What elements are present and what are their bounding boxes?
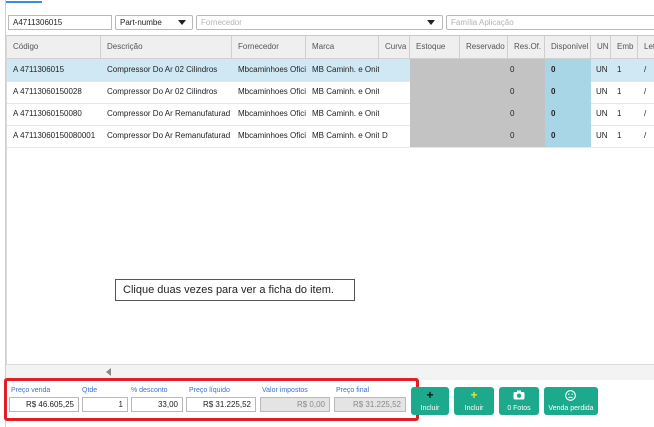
cell-curva — [379, 103, 410, 125]
cell-descricao: Compressor Do Ar Remanufaturad — [107, 131, 231, 140]
family-application-input[interactable]: Família Aplicação — [446, 15, 654, 30]
venda-perdida-button-label: Venda perdida — [548, 405, 594, 412]
chevron-down-icon — [427, 20, 435, 25]
col-emb[interactable]: Emb — [611, 36, 638, 58]
col-reservado[interactable]: Reservado — [460, 36, 508, 58]
preco-venda-label: Preço venda — [11, 387, 51, 394]
cell-codigo: A 47113060150080 — [13, 109, 82, 118]
family-application-placeholder: Família Aplicação — [451, 18, 514, 27]
plus-icon: + — [470, 388, 478, 402]
col-un[interactable]: UN — [591, 36, 611, 58]
cell-emb: 1 — [617, 87, 622, 96]
incluir-alt-button[interactable]: + Incluir — [454, 387, 494, 415]
fotos-button[interactable]: 0 Fotos — [499, 387, 539, 415]
table-row[interactable]: A 4711306015 Compressor Do Ar 02 Cilindr… — [7, 59, 654, 82]
supplier-select[interactable]: Fornecedor — [196, 15, 443, 30]
venda-perdida-button[interactable]: Venda perdida — [544, 387, 598, 415]
cell-disponivel: 0 — [545, 103, 591, 125]
cell-codigo: A 47113060150080001 — [13, 131, 96, 140]
cell-let: / — [644, 65, 647, 74]
cell-disponivel: 0 — [545, 81, 591, 103]
preco-venda-field[interactable]: R$ 46.605,25 — [9, 397, 79, 412]
cell-curva — [379, 81, 410, 103]
type-select[interactable]: Part-numbe — [115, 15, 193, 30]
cell-fornecedor: Mbcaminhoes Ofici — [238, 87, 306, 96]
cell-disponivel: 0 — [545, 125, 591, 147]
qtde-label: Qtde — [82, 387, 98, 394]
plus-icon: + — [426, 388, 434, 402]
cell-let: / — [644, 109, 647, 118]
code-search-input[interactable]: A4711306015 — [8, 15, 112, 30]
col-resof[interactable]: Res.Of. — [508, 36, 545, 58]
cell-resof: 0 — [510, 65, 515, 74]
scroll-left-icon[interactable] — [106, 368, 112, 376]
grid-header: Código Descrição Fornecedor Marca Curva … — [7, 36, 654, 59]
incluir-button[interactable]: + Incluir — [411, 387, 449, 415]
cell-emb: 1 — [617, 65, 622, 74]
cell-emb: 1 — [617, 131, 622, 140]
cell-curva: D — [382, 131, 388, 140]
supplier-placeholder: Fornecedor — [201, 18, 242, 27]
cell-un: UN — [596, 131, 608, 140]
cell-marca: MB Caminh. e Onit — [312, 87, 379, 96]
cell-fornecedor: Mbcaminhoes Ofici — [238, 109, 306, 118]
code-search-value: A4711306015 — [13, 18, 63, 27]
desconto-field[interactable]: 33,00 — [131, 397, 183, 412]
cell-emb: 1 — [617, 109, 622, 118]
col-descricao[interactable]: Descrição — [101, 36, 232, 58]
col-fornecedor[interactable]: Fornecedor — [232, 36, 306, 58]
cell-marca: MB Caminh. e Onit — [312, 65, 379, 74]
table-row[interactable]: A 47113060150080 Compressor Do Ar Remanu… — [7, 103, 654, 126]
cell-let: / — [644, 87, 647, 96]
cell-fornecedor: Mbcaminhoes Ofici — [238, 131, 306, 140]
camera-icon — [513, 390, 525, 400]
cell-descricao: Compressor Do Ar 02 Cilindros — [107, 65, 218, 74]
desconto-label: % desconto — [131, 387, 168, 394]
valor-impostos-label: Valor impostos — [262, 387, 308, 394]
incluir-alt-button-label: Incluir — [464, 405, 484, 412]
preco-liquido-label: Preço líquido — [189, 387, 230, 394]
preco-liquido-field[interactable]: R$ 31.225,52 — [186, 397, 256, 412]
cell-resof: 0 — [510, 131, 515, 140]
cell-descricao: Compressor Do Ar 02 Cilindros — [107, 87, 218, 96]
cell-marca: MB Caminh. e Onit — [312, 131, 379, 140]
double-click-tooltip: Clique duas vezes para ver a ficha do it… — [115, 279, 355, 301]
cell-marca: MB Caminh. e Onit — [312, 109, 379, 118]
cell-codigo: A 4711306015 — [13, 65, 65, 74]
col-let[interactable]: Let — [638, 36, 654, 58]
cell-resof: 0 — [510, 109, 515, 118]
tab-underline — [6, 0, 42, 3]
cell-un: UN — [596, 87, 608, 96]
cell-descricao: Compressor Do Ar Remanufaturad — [107, 109, 231, 118]
cell-un: UN — [596, 109, 608, 118]
items-grid: Código Descrição Fornecedor Marca Curva … — [6, 35, 654, 365]
valor-impostos-field: R$ 0,00 — [260, 397, 330, 412]
table-row[interactable]: A 47113060150080001 Compressor Do Ar Rem… — [7, 125, 654, 148]
cell-un: UN — [596, 65, 608, 74]
cell-resof: 0 — [510, 87, 515, 96]
incluir-button-label: Incluir — [420, 405, 440, 412]
qtde-field[interactable]: 1 — [82, 397, 128, 412]
cell-disponivel: 0 — [545, 59, 591, 81]
cell-let: / — [644, 131, 647, 140]
cell-codigo: A 47113060150028 — [13, 87, 82, 96]
table-row[interactable]: A 47113060150028 Compressor Do Ar 02 Cil… — [7, 81, 654, 104]
col-estoque[interactable]: Estoque — [410, 36, 460, 58]
fotos-button-label: 0 Fotos — [507, 405, 531, 412]
cell-curva — [379, 59, 410, 81]
col-curva[interactable]: Curva — [379, 36, 410, 58]
col-marca[interactable]: Marca — [306, 36, 379, 58]
col-codigo[interactable]: Código — [7, 36, 101, 58]
type-select-value: Part-numbe — [120, 18, 162, 27]
sad-face-icon — [565, 390, 576, 401]
preco-final-label: Preço final — [336, 387, 370, 394]
col-disponivel[interactable]: Disponível — [545, 36, 591, 58]
preco-final-field: R$ 31.225,52 — [334, 397, 406, 412]
cell-fornecedor: Mbcaminhoes Ofici — [238, 65, 306, 74]
chevron-down-icon — [178, 20, 186, 25]
